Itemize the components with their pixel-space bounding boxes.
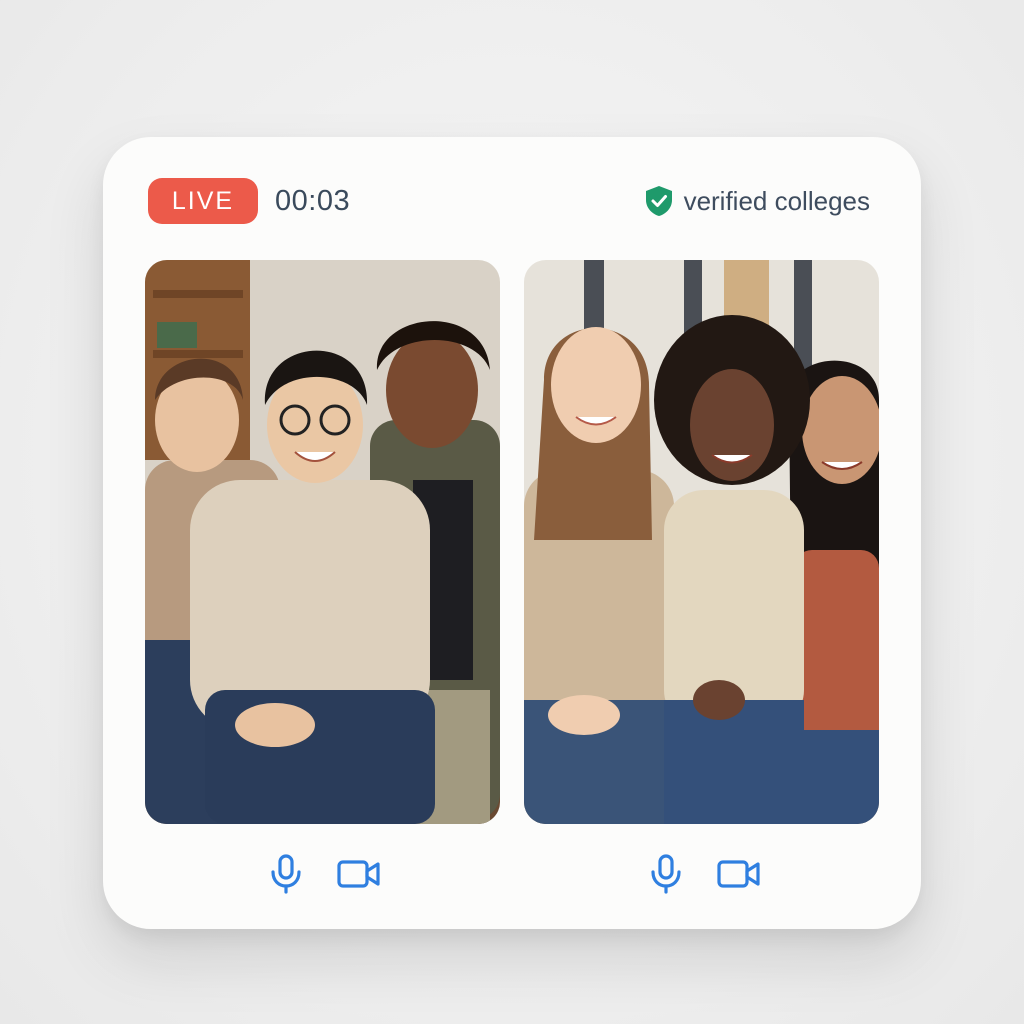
call-status-bar: LIVE 00:03 verified colleges [148,178,876,224]
call-controls-participant-2 [649,852,761,896]
video-call-card: LIVE 00:03 verified colleges [103,137,921,929]
verified-label: verified colleges [683,185,870,216]
call-controls-participant-1 [269,852,381,896]
shield-check-icon [645,186,672,216]
page-background: LIVE 00:03 verified colleges [0,0,1024,1024]
video-tile-participant-2[interactable] [524,260,879,824]
microphone-icon[interactable] [269,854,303,894]
video-camera-icon[interactable] [717,859,761,889]
call-timer: 00:03 [275,185,351,217]
video-tile-participant-1[interactable] [145,260,500,824]
video-camera-icon[interactable] [337,859,381,889]
live-badge: LIVE [148,178,258,224]
participant-video-feed [524,260,879,824]
participant-video-feed [145,260,500,824]
microphone-icon[interactable] [649,854,683,894]
verified-badge: verified colleges [644,178,870,224]
